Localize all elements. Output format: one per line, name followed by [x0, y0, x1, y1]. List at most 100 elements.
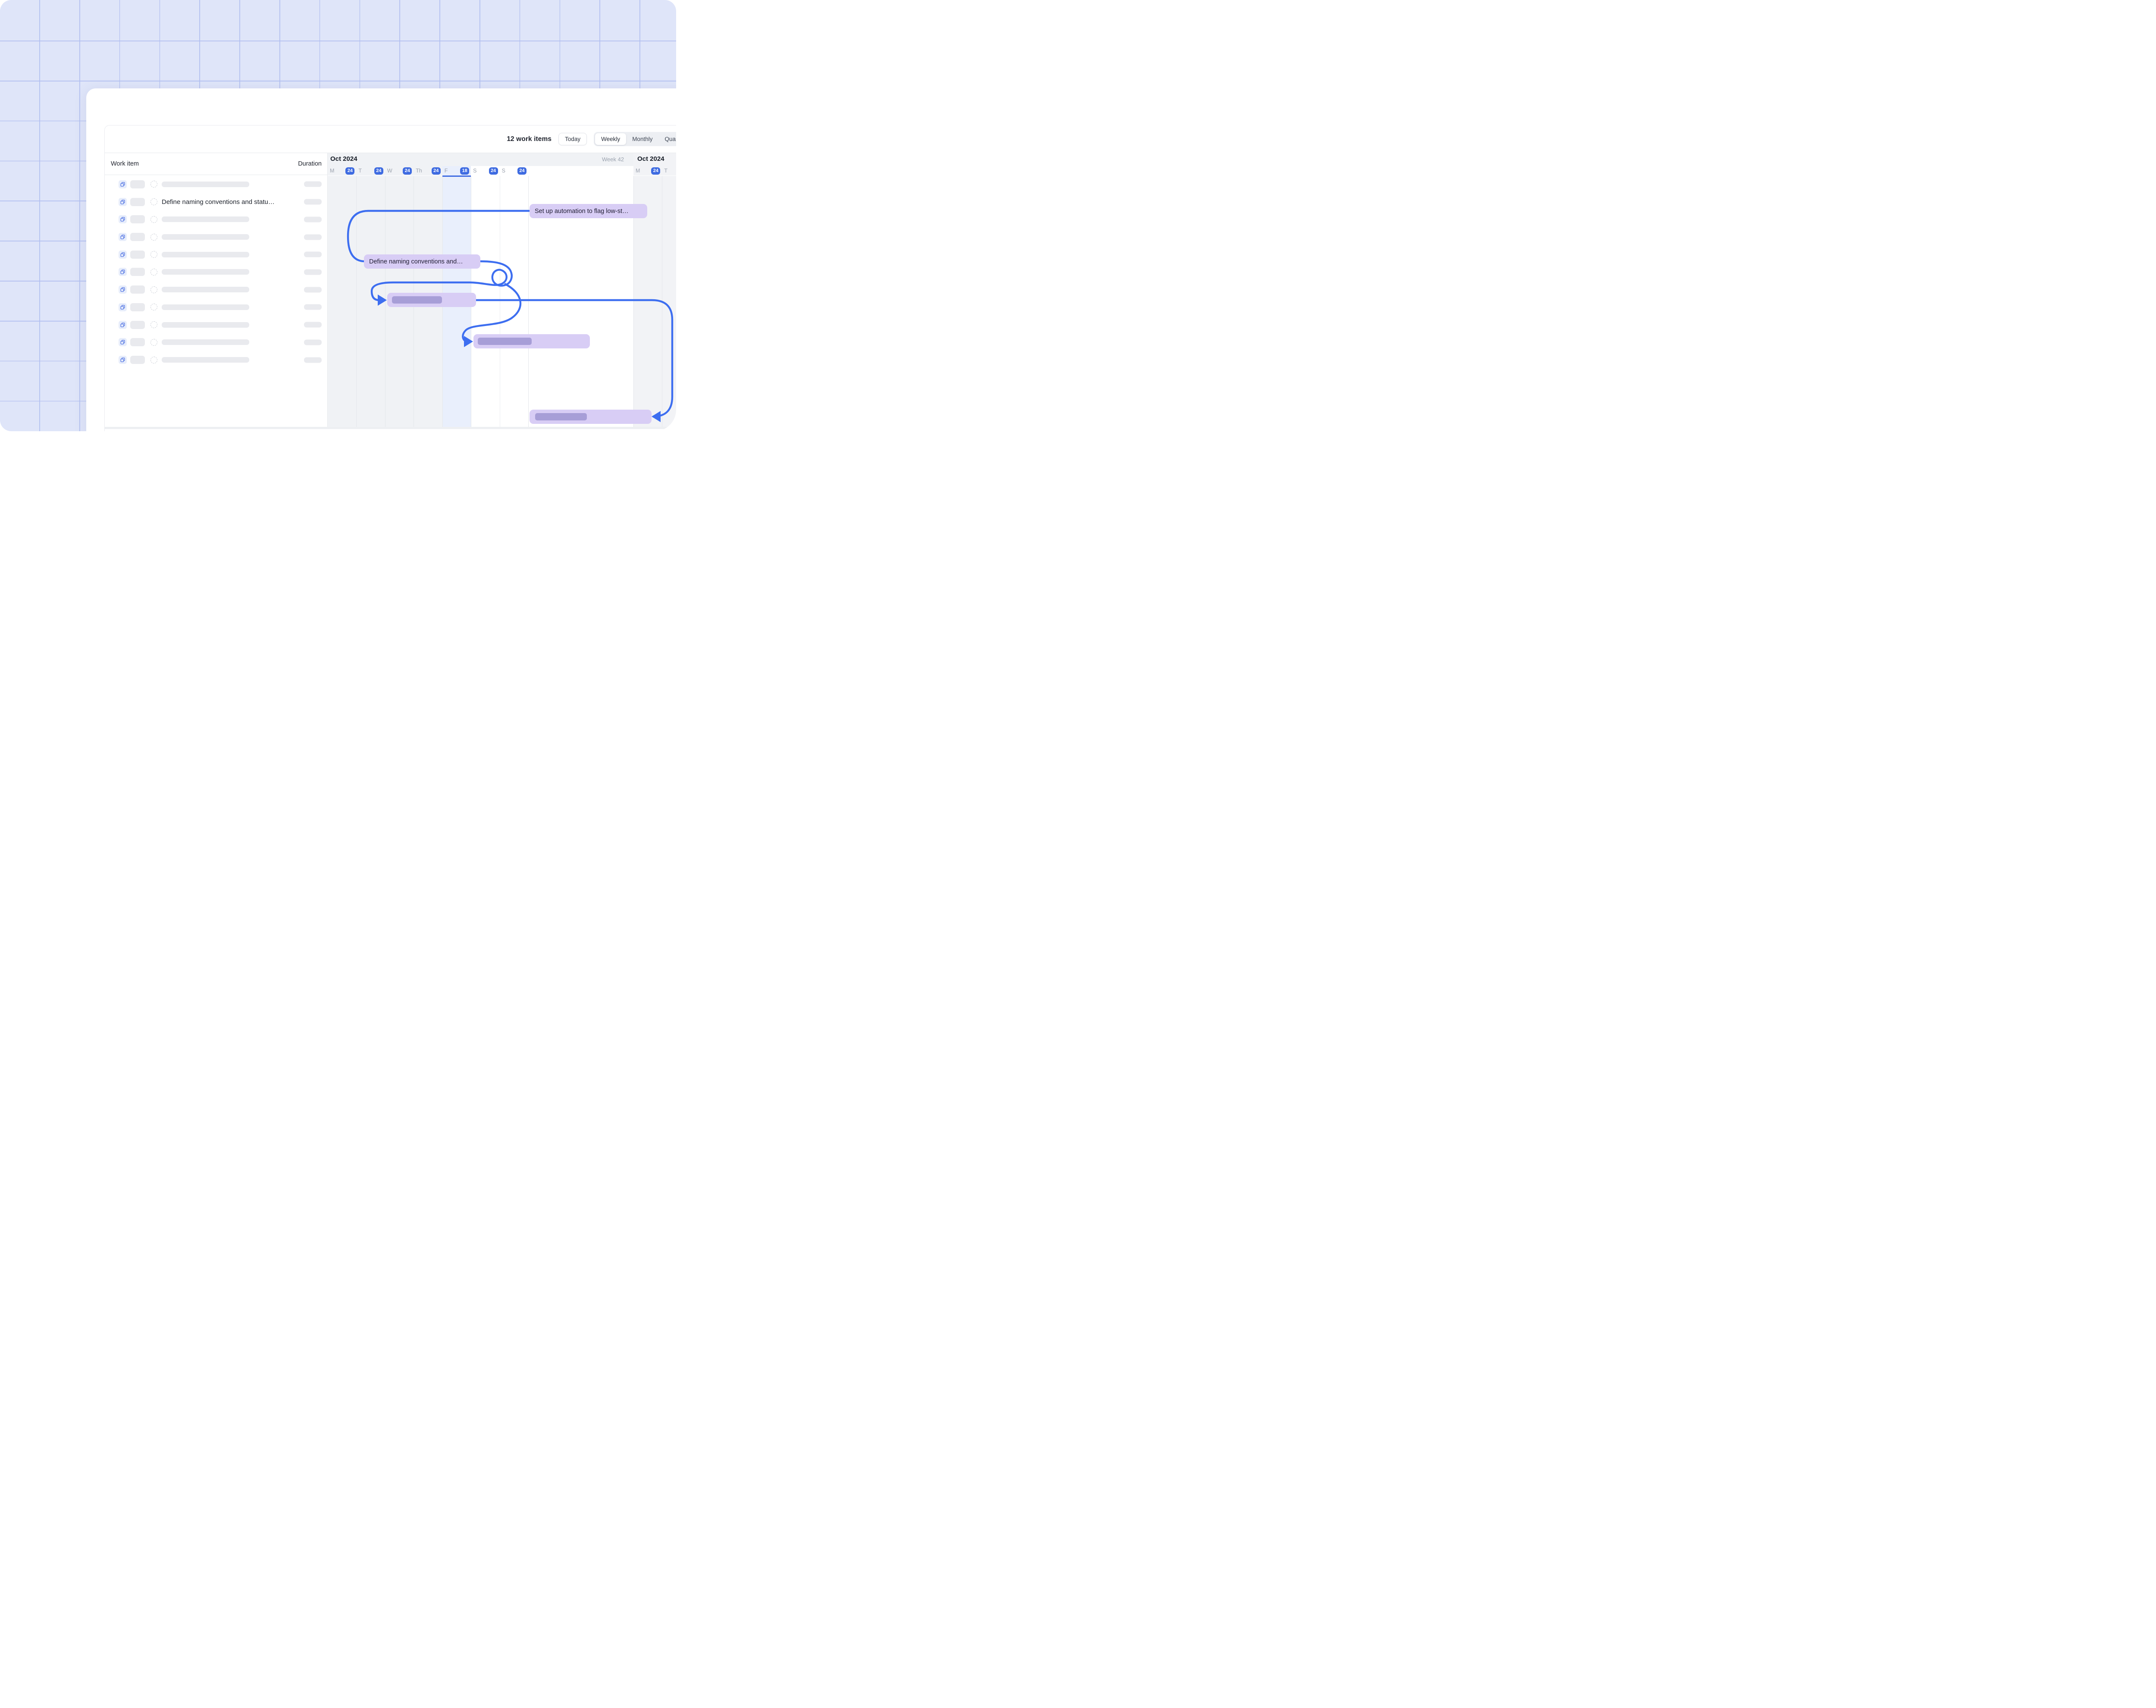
day-row-filler — [528, 166, 633, 176]
day-cell: Th 24 — [414, 166, 442, 176]
view-tab-weekly[interactable]: Weekly — [595, 133, 626, 145]
duration-skeleton — [304, 304, 322, 310]
month-section-bg — [328, 153, 633, 166]
work-item-row[interactable] — [105, 281, 327, 298]
status-placeholder-icon — [150, 286, 157, 293]
work-item-title-skeleton — [162, 216, 249, 222]
timeline-month-row: Oct 2024 Week 42 Oct 2024 — [328, 153, 676, 166]
date-badge: 24 — [489, 167, 498, 175]
gantt-bar-skeleton[interactable] — [387, 293, 476, 307]
work-item-row[interactable] — [105, 176, 327, 193]
work-item-id-skeleton — [130, 233, 145, 241]
day-cell: T — [662, 166, 676, 176]
work-item-id-skeleton — [130, 321, 145, 329]
status-placeholder-icon — [150, 198, 157, 205]
day-letter: M — [636, 168, 640, 174]
day-letter: F — [445, 168, 448, 174]
work-item-id-skeleton — [130, 285, 145, 294]
duration-skeleton — [304, 339, 322, 345]
gantt-app-panel: 12 work items Today WeeklyMonthlyQuarter… — [104, 125, 676, 431]
work-item-row[interactable] — [105, 246, 327, 263]
today-date-badge: 18 — [460, 167, 469, 175]
work-item-row[interactable] — [105, 333, 327, 351]
week-number-label: Week 42 — [602, 156, 624, 163]
work-item-id-skeleton — [130, 251, 145, 259]
duration-skeleton — [304, 287, 322, 292]
gantt-bar-skeleton[interactable] — [473, 334, 590, 348]
day-cell: M24 — [328, 166, 356, 176]
month-header: Oct 2024 — [330, 155, 357, 163]
today-button[interactable]: Today — [558, 133, 587, 145]
work-item-type-icon — [119, 233, 127, 241]
duration-column-header: Duration — [298, 160, 322, 167]
work-item-title-skeleton — [162, 304, 249, 310]
view-tab-quarterly[interactable]: Quarterly — [658, 133, 676, 145]
timeline: Oct 2024Week 42Oct 2024 M24T24W24Th24F18… — [328, 153, 676, 429]
timeline-body: Set up automation to flag low-st… Define … — [328, 176, 676, 429]
day-letter: S — [502, 168, 505, 174]
day-letter: T — [664, 168, 667, 174]
status-placeholder-icon — [150, 251, 157, 258]
day-cell: T 24 — [356, 166, 385, 176]
work-item-title-skeleton — [162, 287, 249, 292]
day-letter: Th — [416, 168, 422, 174]
work-item-row[interactable] — [105, 298, 327, 316]
work-item-row[interactable] — [105, 263, 327, 281]
status-placeholder-icon — [150, 216, 157, 223]
work-item-type-icon — [119, 321, 127, 329]
gantt-bar-labeled[interactable]: Define naming conventions and… — [364, 254, 480, 269]
month-header: Oct 2024 — [637, 155, 664, 163]
work-item-id-skeleton — [130, 180, 145, 188]
screenshot-background: 12 work items Today WeeklyMonthlyQuarter… — [0, 0, 676, 431]
work-item-type-icon — [119, 338, 127, 346]
work-item-type-icon — [119, 268, 127, 276]
gantt-bar-label: Define naming conventions and… — [364, 258, 468, 265]
duration-skeleton — [304, 357, 322, 363]
work-item-type-icon — [119, 285, 127, 294]
work-item-id-skeleton — [130, 356, 145, 364]
status-placeholder-icon — [150, 357, 157, 364]
gantt-bar-labeled[interactable]: Set up automation to flag low-st… — [530, 204, 647, 218]
work-item-id-skeleton — [130, 338, 145, 346]
work-item-row[interactable]: Define naming conventions and statu… — [105, 193, 327, 211]
date-badge: 24 — [517, 167, 526, 175]
work-item-title-skeleton — [162, 269, 249, 275]
duration-skeleton — [304, 252, 322, 257]
day-cell: F 18 — [442, 166, 471, 176]
day-gridline — [528, 176, 529, 429]
gantt-bar-progress — [478, 338, 532, 345]
work-item-row[interactable] — [105, 228, 327, 246]
view-tab-monthly[interactable]: Monthly — [626, 133, 658, 145]
status-placeholder-icon — [150, 339, 157, 346]
work-item-title-skeleton — [162, 252, 249, 257]
work-item-type-icon — [119, 303, 127, 311]
day-letter: T — [358, 168, 362, 174]
gantt-bar-skeleton[interactable] — [530, 410, 652, 424]
status-placeholder-icon — [150, 181, 157, 188]
day-letter: M — [330, 168, 334, 174]
duration-skeleton — [304, 269, 322, 275]
work-item-row[interactable] — [105, 210, 327, 228]
work-item-id-skeleton — [130, 215, 145, 223]
panel-bottom-edge — [105, 427, 676, 429]
work-item-title-skeleton — [162, 234, 249, 240]
work-item-type-icon — [119, 215, 127, 223]
duration-skeleton — [304, 216, 322, 222]
day-cell: S 24 — [500, 166, 528, 176]
work-item-type-icon — [119, 180, 127, 188]
gantt-bar-progress — [535, 413, 587, 420]
date-badge: 24 — [374, 167, 383, 175]
day-letter: W — [387, 168, 392, 174]
status-placeholder-icon — [150, 269, 157, 276]
work-item-row[interactable] — [105, 351, 327, 369]
date-badge: 24 — [432, 167, 441, 175]
status-placeholder-icon — [150, 234, 157, 241]
work-item-title-skeleton — [162, 322, 249, 328]
date-badge: 24 — [403, 167, 412, 175]
today-indicator-line — [442, 176, 471, 177]
work-item-title-skeleton — [162, 357, 249, 363]
work-item-row[interactable] — [105, 316, 327, 334]
work-item-column-header: Work item — [111, 160, 139, 167]
gantt-bar-label: Set up automation to flag low-st… — [530, 208, 634, 215]
duration-skeleton — [304, 322, 322, 328]
